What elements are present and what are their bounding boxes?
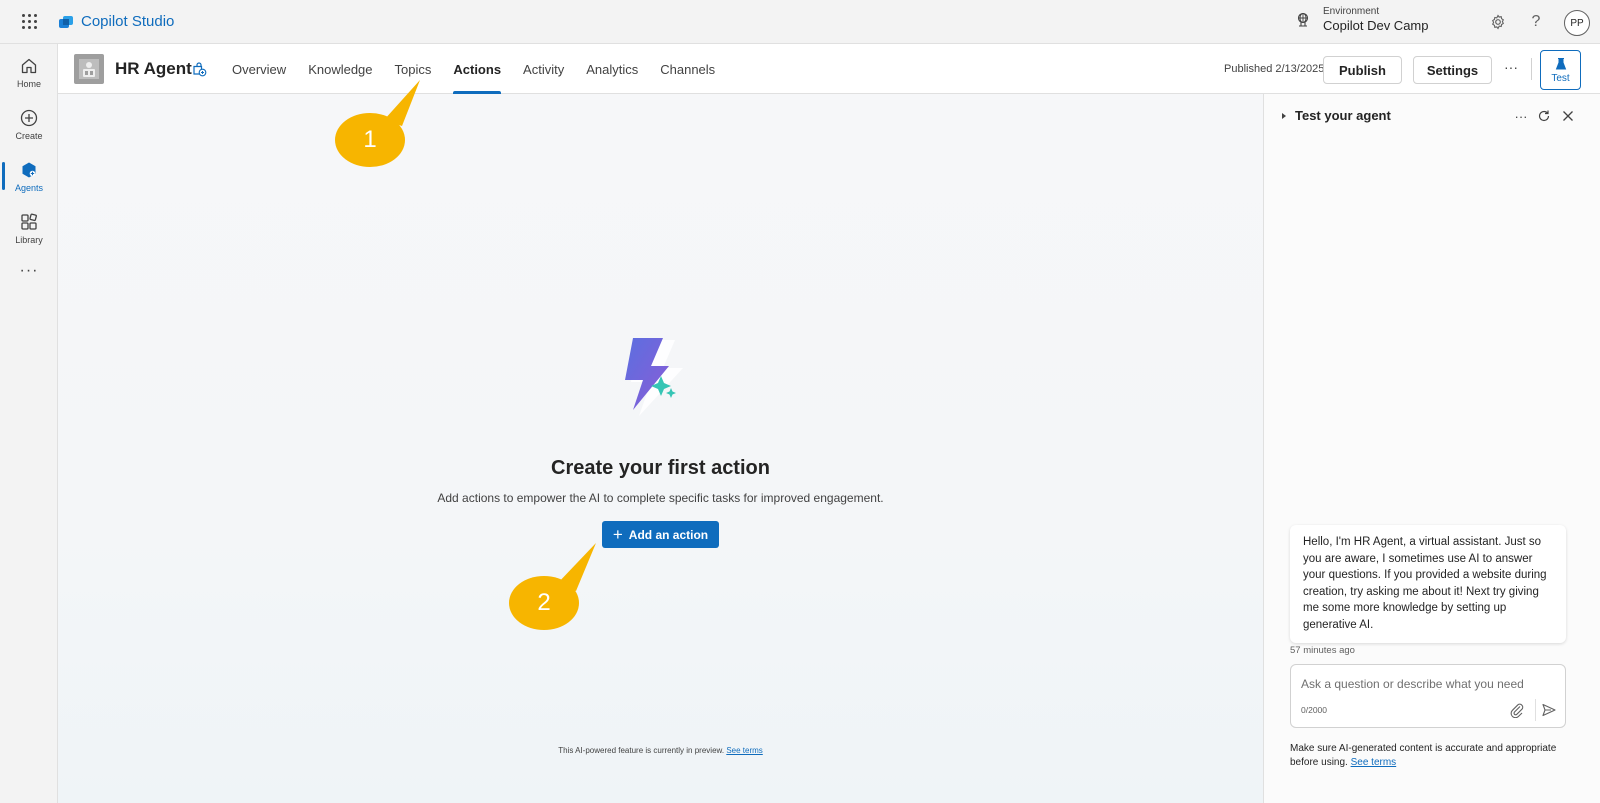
nav-home-label: Home [16, 78, 41, 89]
agent-icon [22, 162, 36, 177]
environment-name: Copilot Dev Camp [1323, 18, 1429, 33]
add-action-label: Add an action [628, 527, 709, 542]
agent-name: HR Agent [115, 59, 192, 78]
nav-more-button[interactable]: ··· [0, 256, 58, 286]
nav-create[interactable]: Create [0, 100, 58, 148]
test-panel-title: Test your agent [1295, 108, 1391, 123]
library-icon [21, 213, 37, 230]
settings-button[interactable]: Settings [1413, 56, 1492, 84]
agent-image-icon [79, 59, 99, 79]
environment-picker[interactable]: Environment Copilot Dev Camp [1295, 6, 1429, 33]
tab-analytics[interactable]: Analytics [575, 44, 649, 94]
app-launcher-button[interactable] [0, 0, 58, 44]
header-more-button[interactable]: ··· [1504, 59, 1518, 75]
send-icon[interactable] [1541, 702, 1557, 718]
attach-icon[interactable] [1509, 702, 1525, 718]
environment-label: Environment [1323, 6, 1380, 17]
char-count: 0/2000 [1301, 705, 1327, 715]
left-nav-rail: Home Create Agents Library ··· [0, 44, 58, 803]
nav-home[interactable]: Home [0, 48, 58, 96]
tab-channels[interactable]: Channels [649, 44, 726, 94]
test-panel-header[interactable]: Test your agent [1282, 108, 1391, 123]
refresh-icon[interactable] [1536, 108, 1552, 124]
empty-state-subtitle: Add actions to empower the AI to complet… [437, 491, 884, 505]
nav-agents-label: Agents [14, 182, 44, 193]
header-divider [1531, 58, 1532, 80]
expand-caret-icon [1282, 112, 1286, 119]
plus-icon: + [612, 525, 623, 544]
agent-avatar[interactable] [74, 54, 104, 84]
message-timestamp: 57 minutes ago [1290, 645, 1355, 656]
app-title: Copilot Studio [81, 13, 175, 30]
waffle-icon [21, 14, 37, 29]
ai-disclaimer: Make sure AI-generated content is accura… [1290, 742, 1580, 770]
tab-overview[interactable]: Overview [221, 44, 297, 94]
disclaimer-see-terms-link[interactable]: See terms [1351, 757, 1397, 768]
settings-gear-icon[interactable] [1488, 12, 1508, 32]
help-icon[interactable]: ? [1526, 12, 1546, 32]
callout-2-badge: 2 [509, 576, 579, 630]
nav-agents[interactable]: Agents [0, 152, 58, 200]
agent-publish-status-icon[interactable] [191, 61, 207, 77]
active-indicator [2, 162, 5, 190]
callout-1-badge: 1 [335, 113, 405, 167]
test-agent-panel: Test your agent ··· Hello, I'm HR Agent,… [1263, 94, 1600, 803]
actions-content: Create your first action Add actions to … [58, 94, 1263, 803]
main-area: HR Agent Overview Knowledge Topics Actio… [58, 44, 1600, 803]
agent-header: HR Agent Overview Knowledge Topics Actio… [58, 44, 1600, 94]
add-action-button[interactable]: + Add an action [602, 521, 719, 548]
app-brand[interactable]: Copilot Studio [58, 13, 174, 30]
input-divider [1535, 699, 1536, 721]
environment-globe-icon [1297, 12, 1309, 27]
disclaimer-text: Make sure AI-generated content is accura… [1290, 743, 1557, 768]
preview-note-text: This AI-powered feature is currently in … [558, 746, 725, 755]
nav-create-label: Create [15, 130, 43, 141]
nav-library-label: Library [15, 234, 43, 245]
test-button[interactable]: Test [1540, 50, 1581, 90]
nav-library[interactable]: Library [0, 204, 58, 252]
chat-input-placeholder[interactable]: Ask a question or describe what you need [1301, 677, 1524, 691]
preview-note: This AI-powered feature is currently in … [58, 746, 1263, 755]
see-terms-link[interactable]: See terms [726, 746, 762, 755]
test-panel-more-button[interactable]: ··· [1513, 108, 1529, 124]
tab-actions[interactable]: Actions [442, 44, 512, 94]
beaker-icon [1555, 57, 1566, 69]
lightning-bolt-icon [625, 338, 683, 416]
top-bar: Copilot Studio Environment Copilot Dev C… [0, 0, 1600, 44]
test-button-label: Test [1551, 72, 1570, 84]
user-avatar[interactable]: PP [1564, 10, 1590, 36]
copilot-studio-logo-icon [59, 15, 73, 28]
close-icon[interactable] [1560, 108, 1576, 124]
tab-activity[interactable]: Activity [512, 44, 575, 94]
agent-tabs: Overview Knowledge Topics Actions Activi… [221, 44, 726, 94]
publish-button[interactable]: Publish [1323, 56, 1402, 84]
agent-message-bubble: Hello, I'm HR Agent, a virtual assistant… [1290, 525, 1566, 643]
plus-circle-icon [20, 109, 38, 126]
empty-state-title: Create your first action [551, 457, 770, 479]
tab-knowledge[interactable]: Knowledge [297, 44, 383, 94]
published-status: Published 2/13/2025 [1224, 63, 1325, 75]
home-icon [21, 58, 37, 73]
chat-input-box[interactable]: Ask a question or describe what you need… [1290, 664, 1566, 728]
